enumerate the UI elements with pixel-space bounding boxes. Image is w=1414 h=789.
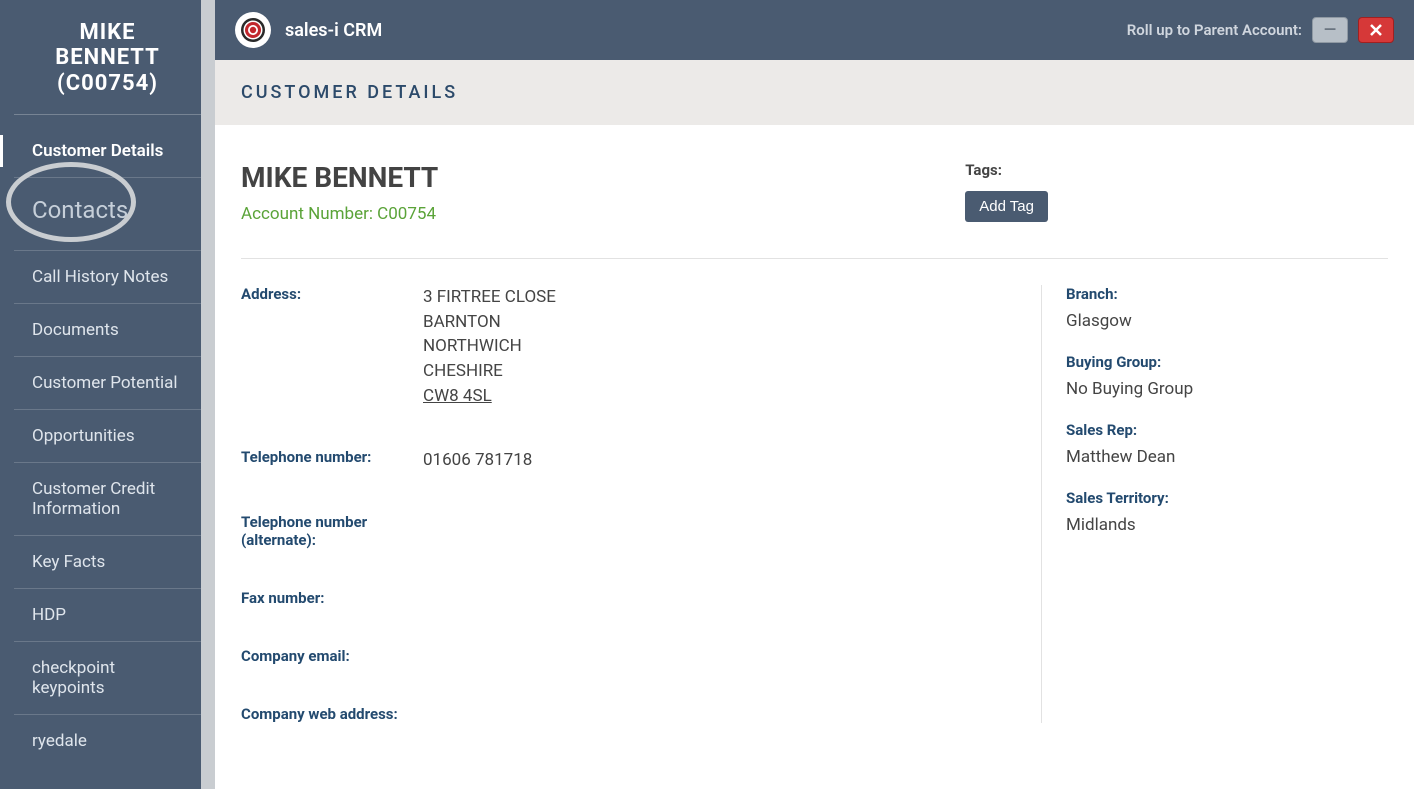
field-value-address: 3 FIRTREE CLOSE BARNTON NORTHWICH CHESHI… xyxy=(423,285,556,408)
account-number: Account Number: C00754 xyxy=(241,204,438,224)
sidebar-item-ryedale[interactable]: ryedale xyxy=(14,715,201,767)
address-line-1: 3 FIRTREE CLOSE xyxy=(423,285,556,310)
label-branch: Branch: xyxy=(1066,285,1388,303)
sidebar-item-label: Customer Details xyxy=(32,141,163,161)
sidebar-item-documents[interactable]: Documents xyxy=(14,304,201,357)
sidebar-item-label: Key Facts xyxy=(32,552,105,572)
sidebar-item-customer-details[interactable]: Customer Details xyxy=(14,125,201,178)
sidebar-item-label: ryedale xyxy=(32,731,87,751)
target-icon xyxy=(240,17,266,43)
address-line-4: CHESHIRE xyxy=(423,359,556,384)
field-value-phone: 01606 781718 xyxy=(423,448,532,473)
sidebar-item-label: checkpoint keypoints xyxy=(32,658,115,698)
details-right-column: Branch: Glasgow Buying Group: No Buying … xyxy=(1041,285,1388,723)
sidebar-item-label: Call History Notes xyxy=(32,267,168,287)
rollup-toggle[interactable] xyxy=(1312,17,1348,43)
sidebar-item-label: Contacts xyxy=(32,196,128,224)
value-territory: Midlands xyxy=(1066,515,1388,535)
value-sales-rep: Matthew Dean xyxy=(1066,447,1388,467)
tags-label: Tags: xyxy=(965,161,1048,179)
app-title: sales-i CRM xyxy=(285,20,382,41)
label-territory: Sales Territory: xyxy=(1066,489,1388,507)
sidebar-item-credit-info[interactable]: Customer Credit Information xyxy=(14,463,201,536)
address-line-3: NORTHWICH xyxy=(423,334,556,359)
close-button[interactable] xyxy=(1358,17,1394,43)
sidebar-item-customer-potential[interactable]: Customer Potential xyxy=(14,357,201,410)
main-panel: sales-i CRM Roll up to Parent Account: C… xyxy=(215,0,1414,789)
field-fax: Fax number: xyxy=(241,589,1041,607)
field-email: Company email: xyxy=(241,647,1041,665)
customer-heading: MIKE BENNETT Account Number: C00754 xyxy=(241,161,438,224)
add-tag-button[interactable]: Add Tag xyxy=(965,191,1048,222)
field-label-address: Address: xyxy=(241,285,423,408)
topbar-right: Roll up to Parent Account: xyxy=(1127,17,1394,43)
address-postal: CW8 4SL xyxy=(423,384,556,409)
field-address: Address: 3 FIRTREE CLOSE BARNTON NORTHWI… xyxy=(241,285,1041,408)
field-label-fax: Fax number: xyxy=(241,589,423,607)
field-branch: Branch: Glasgow xyxy=(1066,285,1388,331)
content: MIKE BENNETT Account Number: C00754 Tags… xyxy=(215,125,1414,735)
field-label-email: Company email: xyxy=(241,647,423,665)
value-buying-group: No Buying Group xyxy=(1066,379,1388,399)
title-line-1: MIKE xyxy=(24,20,191,45)
sidebar-customer-title: MIKE BENNETT (C00754) xyxy=(14,0,201,115)
label-sales-rep: Sales Rep: xyxy=(1066,421,1388,439)
sidebar-item-label: Opportunities xyxy=(32,426,135,446)
sidebar-item-label: HDP xyxy=(32,605,66,625)
sidebar-item-opportunities[interactable]: Opportunities xyxy=(14,410,201,463)
field-web: Company web address: xyxy=(241,705,1041,723)
rollup-label: Roll up to Parent Account: xyxy=(1127,21,1302,39)
value-branch: Glasgow xyxy=(1066,311,1388,331)
address-line-2: BARNTON xyxy=(423,310,556,335)
sidebar-item-label: Customer Credit Information xyxy=(32,479,155,519)
field-phone: Telephone number: 01606 781718 xyxy=(241,448,1041,473)
field-label-web: Company web address: xyxy=(241,705,423,723)
sidebar-nav: Customer Details Contacts Call History N… xyxy=(0,115,215,767)
field-territory: Sales Territory: Midlands xyxy=(1066,489,1388,535)
sidebar-item-label: Documents xyxy=(32,320,119,340)
label-buying-group: Buying Group: xyxy=(1066,353,1388,371)
field-label-phone: Telephone number: xyxy=(241,448,423,473)
sidebar-item-call-history[interactable]: Call History Notes xyxy=(14,251,201,304)
title-line-3: (C00754) xyxy=(24,71,191,96)
field-phone-alt: Telephone number (alternate): xyxy=(241,513,1041,549)
sidebar-item-contacts[interactable]: Contacts xyxy=(14,178,201,251)
field-sales-rep: Sales Rep: Matthew Dean xyxy=(1066,421,1388,467)
tags-block: Tags: Add Tag xyxy=(965,161,1388,222)
title-line-2: BENNETT xyxy=(24,45,191,70)
details-left-column: Address: 3 FIRTREE CLOSE BARNTON NORTHWI… xyxy=(241,285,1041,723)
sidebar: MIKE BENNETT (C00754) Customer Details C… xyxy=(0,0,215,789)
customer-name: MIKE BENNETT xyxy=(241,161,438,194)
topbar: sales-i CRM Roll up to Parent Account: xyxy=(215,0,1414,60)
sidebar-item-hdp[interactable]: HDP xyxy=(14,589,201,642)
details-grid: Address: 3 FIRTREE CLOSE BARNTON NORTHWI… xyxy=(241,285,1388,723)
close-icon xyxy=(1369,23,1383,37)
sidebar-item-checkpoint[interactable]: checkpoint keypoints xyxy=(14,642,201,715)
section-heading: CUSTOMER DETAILS xyxy=(215,60,1414,125)
customer-header-row: MIKE BENNETT Account Number: C00754 Tags… xyxy=(241,161,1388,224)
divider xyxy=(241,258,1388,259)
sidebar-item-key-facts[interactable]: Key Facts xyxy=(14,536,201,589)
field-buying-group: Buying Group: No Buying Group xyxy=(1066,353,1388,399)
field-label-phone-alt: Telephone number (alternate): xyxy=(241,513,423,549)
sidebar-item-label: Customer Potential xyxy=(32,373,178,393)
brand-logo-wrap xyxy=(235,12,271,48)
sidebar-scrollbar[interactable] xyxy=(201,0,215,789)
